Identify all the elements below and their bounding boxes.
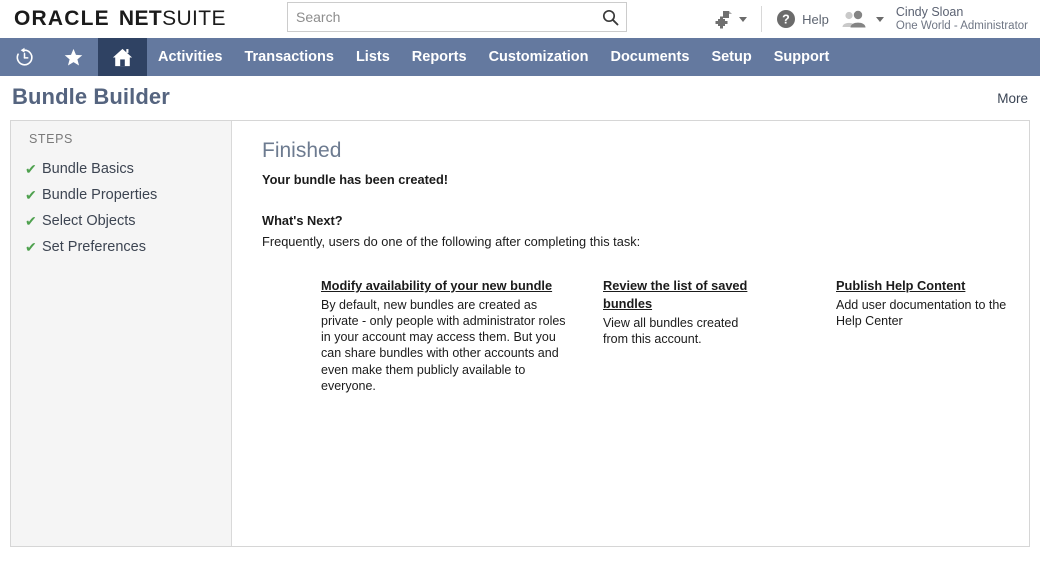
- page-title: Bundle Builder: [12, 84, 170, 109]
- recent-history-icon: [16, 47, 33, 66]
- quick-add-icon: [715, 11, 733, 29]
- svg-text:?: ?: [782, 13, 790, 27]
- header-divider: [761, 6, 763, 32]
- user-identity: Cindy Sloan One World - Administrator: [896, 5, 1028, 33]
- favorites-star-icon-button[interactable]: [49, 38, 98, 76]
- section-heading: Finished: [262, 139, 342, 162]
- netsuite-logo: ORACLE NET SUITE: [14, 7, 226, 31]
- nav-item-lists[interactable]: Lists: [345, 38, 401, 76]
- next-steps-cards: Modify availability of your new bundle B…: [262, 277, 1029, 427]
- user-menu[interactable]: [835, 0, 890, 38]
- publish-help-content-link[interactable]: Publish Help Content: [836, 278, 965, 293]
- sidebar-item-bundle-basics[interactable]: ✔ Bundle Basics: [11, 156, 231, 182]
- main-content: Finished Your bundle has been created! W…: [232, 121, 1029, 546]
- card-publish-help-content: Publish Help Content Add user documentat…: [836, 277, 1011, 329]
- steps-heading: STEPS: [29, 132, 73, 146]
- card-description: View all bundles created from this accou…: [603, 316, 739, 347]
- search-icon: [602, 9, 618, 25]
- favorites-star-icon: [64, 48, 83, 66]
- sidebar-item-bundle-properties[interactable]: ✔ Bundle Properties: [11, 182, 231, 208]
- user-role: One World - Administrator: [895, 19, 1028, 32]
- check-icon: ✔: [25, 213, 37, 229]
- search-submit-button[interactable]: [594, 3, 626, 31]
- content-panel: STEPS ✔ Bundle Basics ✔ Bundle Propertie…: [10, 120, 1030, 547]
- recent-history-icon-button[interactable]: [0, 38, 49, 76]
- logo-net-text: NET: [118, 7, 163, 30]
- nav-item-transactions[interactable]: Transactions: [233, 38, 344, 76]
- home-icon-button[interactable]: [98, 38, 147, 76]
- help-label: Help: [802, 11, 829, 27]
- nav-item-reports[interactable]: Reports: [401, 38, 478, 76]
- sidebar-item-select-objects[interactable]: ✔ Select Objects: [11, 208, 231, 234]
- page-header: Bundle Builder More: [0, 76, 1040, 120]
- sidebar-item-set-preferences[interactable]: ✔ Set Preferences: [11, 234, 231, 260]
- user-avatar-icon: [842, 10, 866, 28]
- confirmation-message: Your bundle has been created!: [262, 172, 449, 187]
- card-description: Add user documentation to the Help Cente…: [836, 298, 1007, 329]
- logo-suite-text: SUITE: [162, 7, 226, 30]
- help-circle-icon: ?: [777, 10, 796, 28]
- step-label: Bundle Basics: [42, 161, 134, 177]
- check-icon: ✔: [25, 187, 37, 203]
- quick-add-menu[interactable]: [708, 0, 753, 38]
- home-icon: [112, 48, 133, 66]
- nav-item-setup[interactable]: Setup: [700, 38, 762, 76]
- modify-availability-link[interactable]: Modify availability of your new bundle: [321, 278, 552, 293]
- review-saved-bundles-link[interactable]: Review the list of saved bundles: [603, 278, 747, 311]
- nav-item-documents[interactable]: Documents: [599, 38, 700, 76]
- whats-next-description: Frequently, users do one of the followin…: [262, 234, 641, 249]
- check-icon: ✔: [25, 239, 37, 255]
- card-review-saved-bundles: Review the list of saved bundles View al…: [603, 277, 763, 347]
- step-label: Set Preferences: [42, 239, 146, 255]
- check-icon: ✔: [25, 161, 37, 177]
- step-label: Select Objects: [42, 213, 136, 229]
- chevron-down-icon: [739, 16, 748, 22]
- header-right-tools: ? Help Cindy Sloan One World - Administr…: [708, 0, 1040, 38]
- search-input[interactable]: [288, 4, 594, 30]
- whats-next-heading: What's Next?: [262, 213, 343, 228]
- nav-item-customization[interactable]: Customization: [478, 38, 600, 76]
- more-button[interactable]: More: [997, 91, 1028, 106]
- steps-sidebar: STEPS ✔ Bundle Basics ✔ Bundle Propertie…: [11, 121, 232, 546]
- chevron-down-icon: [875, 16, 884, 22]
- nav-item-support[interactable]: Support: [763, 38, 841, 76]
- logo-oracle-text: ORACLE: [14, 7, 110, 30]
- nav-item-activities[interactable]: Activities: [147, 38, 233, 76]
- card-modify-availability: Modify availability of your new bundle B…: [321, 277, 566, 394]
- top-header: ORACLE NETSUITE ?: [0, 0, 1040, 38]
- global-search[interactable]: [287, 2, 627, 32]
- step-label: Bundle Properties: [42, 187, 158, 203]
- main-navigation: Activities Transactions Lists Reports Cu…: [0, 38, 1040, 76]
- help-button[interactable]: ? Help: [770, 0, 835, 38]
- card-description: By default, new bundles are created as p…: [321, 298, 566, 393]
- user-name: Cindy Sloan: [895, 5, 964, 20]
